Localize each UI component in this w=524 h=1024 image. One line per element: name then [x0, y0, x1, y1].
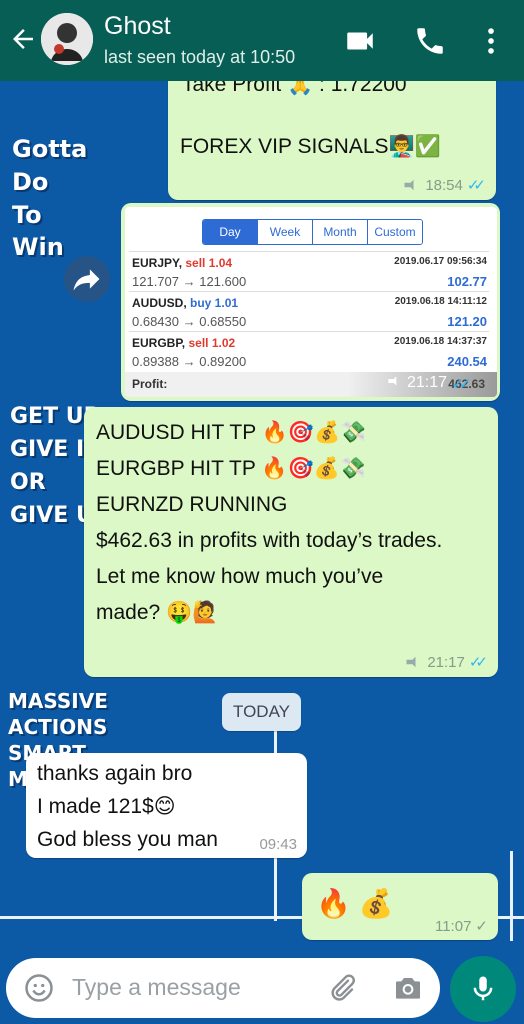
- tab-month: Month: [312, 220, 367, 244]
- forwarded-icon: [406, 656, 416, 668]
- message-line: $462.63 in profits with today’s trades.: [96, 529, 443, 552]
- trade-direction: sell 1.02: [188, 336, 236, 350]
- forward-icon: [73, 269, 100, 291]
- message-time: 18:54: [425, 176, 463, 194]
- trade-prices: 121.707 → 121.600: [132, 274, 247, 289]
- tab-custom: Custom: [367, 220, 422, 244]
- message-line: made? 🤑🙋: [96, 601, 219, 624]
- message-line: Let me know how much you’ve: [96, 565, 384, 588]
- message-input[interactable]: Type a message: [72, 974, 241, 1001]
- message-composer[interactable]: Type a message: [6, 958, 440, 1018]
- trade-prices: 0.89388 → 0.89200: [132, 354, 247, 369]
- sent-tick-icon: ✓: [475, 918, 488, 935]
- message-meta: 18:54 ✓✓: [403, 176, 486, 194]
- message-time: 21:17: [407, 374, 448, 391]
- trade-date: 2019.06.17 09:56:34: [394, 256, 487, 267]
- video-call-icon[interactable]: [343, 24, 377, 58]
- back-arrow-icon[interactable]: [8, 24, 38, 54]
- chat-header: Ghost last seen today at 10:50: [0, 0, 524, 81]
- trade-profit: 240.54: [447, 354, 487, 369]
- more-options-icon[interactable]: [474, 24, 508, 58]
- emoji-icon[interactable]: [24, 973, 54, 1003]
- trade-history-image[interactable]: Day Week Month Custom EURJPY, sell 1.04 …: [125, 207, 497, 397]
- message-meta: 11:07 ✓: [434, 917, 488, 936]
- read-ticks-icon: ✓✓: [466, 177, 486, 194]
- message-body: thanks again bro I made 121$😊 God bless …: [37, 757, 218, 856]
- trade-pair: EURJPY,: [132, 256, 183, 270]
- tab-day: Day: [203, 220, 257, 244]
- wallpaper-line: [510, 851, 513, 941]
- message-time: 09:43: [259, 836, 297, 853]
- forwarded-icon: [404, 179, 414, 191]
- outgoing-message[interactable]: AUDUSD HIT TP 🔥🎯💰💸 EURGBP HIT TP 🔥🎯💰💸 EU…: [84, 407, 498, 677]
- contact-name[interactable]: Ghost: [104, 12, 171, 41]
- mic-icon: [473, 976, 493, 1001]
- message-body: AUDUSD HIT TP 🔥🎯💰💸 EURGBP HIT TP 🔥🎯💰💸 EU…: [96, 415, 442, 631]
- message-line: thanks again bro: [37, 762, 193, 785]
- voice-call-icon[interactable]: [413, 24, 447, 58]
- trade-date: 2019.06.18 14:11:12: [394, 296, 487, 307]
- trade-profit: 121.20: [447, 314, 487, 329]
- period-tabs: Day Week Month Custom: [202, 219, 423, 245]
- avatar[interactable]: [41, 13, 93, 65]
- message-time: 11:07: [434, 917, 472, 935]
- message-line: AUDUSD HIT TP 🔥🎯💰💸: [96, 421, 367, 444]
- outgoing-message[interactable]: 🔥 💰 11:07 ✓: [302, 873, 498, 940]
- trade-pair: EURGBP,: [132, 336, 186, 350]
- message-text: 🔥 💰: [316, 888, 394, 919]
- read-ticks-icon: ✓✓: [468, 654, 488, 671]
- message-line: I made 121$😊: [37, 795, 176, 818]
- tab-week: Week: [257, 220, 312, 244]
- camera-icon[interactable]: [392, 972, 424, 1004]
- trade-row: EURJPY, sell 1.04 121.707 → 121.600 2019…: [129, 251, 489, 291]
- trade-direction: sell 1.04: [185, 256, 233, 270]
- date-chip: TODAY: [222, 693, 301, 731]
- image-meta: 21:17 ✓✓: [387, 374, 472, 394]
- trade-prices: 0.68430 → 0.68550: [132, 314, 247, 329]
- profit-total-bar: Profit: 462.63 21:17 ✓✓: [125, 372, 497, 397]
- last-seen-status: last seen today at 10:50: [104, 47, 296, 67]
- trade-direction: buy 1.01: [190, 296, 239, 310]
- message-line: EURNZD RUNNING: [96, 493, 288, 516]
- message-meta: 21:17 ✓✓: [405, 653, 488, 671]
- attach-icon[interactable]: [326, 972, 358, 1004]
- forward-button[interactable]: [64, 256, 110, 302]
- message-line: EURGBP HIT TP 🔥🎯💰💸: [96, 457, 366, 480]
- trade-row: EURGBP, sell 1.02 0.89388 → 0.89200 2019…: [129, 331, 489, 371]
- trade-profit: 102.77: [447, 274, 487, 289]
- incoming-message[interactable]: thanks again bro I made 121$😊 God bless …: [26, 753, 307, 858]
- message-line: God bless you man: [37, 828, 218, 851]
- message-meta: 09:43: [259, 836, 297, 853]
- read-ticks-icon: ✓✓: [451, 376, 472, 393]
- forwarded-icon: [388, 376, 397, 386]
- trade-row: AUDUSD, buy 1.01 0.68430 → 0.68550 2019.…: [129, 291, 489, 331]
- trade-pair: AUDUSD,: [132, 296, 187, 310]
- profit-label: Profit:: [132, 377, 168, 391]
- message-time: 21:17: [427, 653, 465, 671]
- wallpaper-text: Gotta Do To Win: [12, 135, 88, 262]
- trade-date: 2019.06.18 14:37:37: [394, 336, 487, 347]
- mic-button[interactable]: [450, 956, 516, 1022]
- message-text: FOREX VIP SIGNALS👨‍🏫✅: [180, 135, 441, 158]
